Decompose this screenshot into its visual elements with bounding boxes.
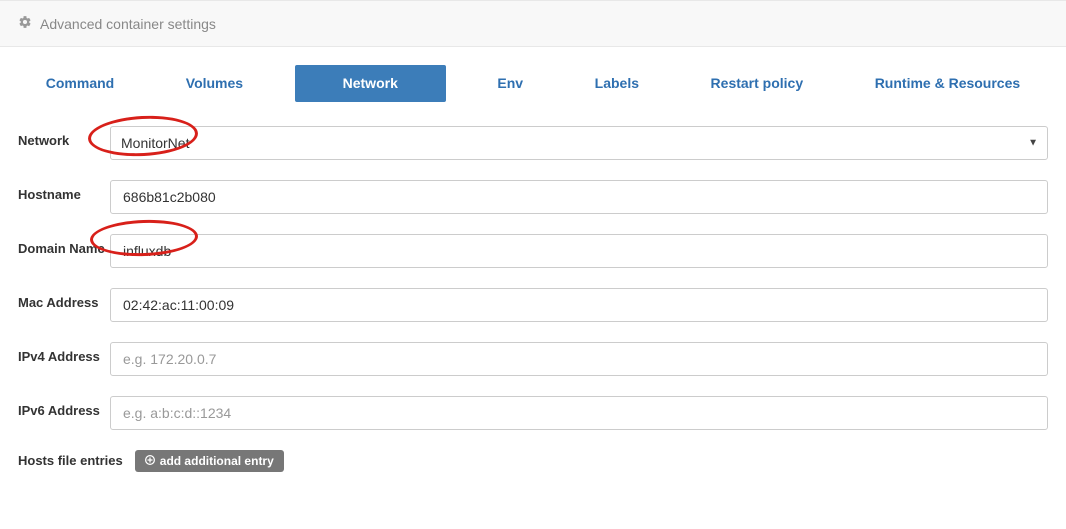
hostname-input[interactable] — [110, 180, 1048, 214]
label-ipv6: IPv6 Address — [18, 396, 110, 419]
label-hosts-entries: Hosts file entries — [18, 453, 123, 468]
gear-icon — [18, 15, 32, 32]
add-hosts-entry-button[interactable]: add additional entry — [135, 450, 284, 472]
network-select[interactable]: MonitorNet — [110, 126, 1048, 160]
add-hosts-entry-label: add additional entry — [160, 454, 274, 468]
label-domain-name: Domain Name — [18, 234, 110, 257]
tab-labels[interactable]: Labels — [575, 65, 659, 102]
tab-volumes[interactable]: Volumes — [166, 65, 263, 102]
label-mac-address: Mac Address — [18, 288, 110, 311]
row-network: Network MonitorNet ▼ — [18, 126, 1048, 160]
row-ipv6: IPv6 Address — [18, 396, 1048, 430]
panel-header: Advanced container settings — [0, 0, 1066, 47]
tab-network[interactable]: Network — [295, 65, 446, 102]
label-hostname: Hostname — [18, 180, 110, 203]
label-ipv4: IPv4 Address — [18, 342, 110, 365]
ipv4-input[interactable] — [110, 342, 1048, 376]
row-hostname: Hostname — [18, 180, 1048, 214]
ipv6-input[interactable] — [110, 396, 1048, 430]
plus-circle-icon — [145, 454, 155, 468]
tab-command[interactable]: Command — [26, 65, 134, 102]
label-network: Network — [18, 126, 110, 149]
network-form: Network MonitorNet ▼ Hostname Domain Nam… — [0, 126, 1066, 430]
tab-restart-policy[interactable]: Restart policy — [691, 65, 824, 102]
row-hosts-entries: Hosts file entries add additional entry — [0, 450, 1066, 472]
mac-address-input[interactable] — [110, 288, 1048, 322]
row-mac-address: Mac Address — [18, 288, 1048, 322]
panel-header-title: Advanced container settings — [40, 16, 216, 32]
row-ipv4: IPv4 Address — [18, 342, 1048, 376]
tab-env[interactable]: Env — [477, 65, 543, 102]
row-domain-name: Domain Name — [18, 234, 1048, 268]
tab-runtime-resources[interactable]: Runtime & Resources — [855, 65, 1040, 102]
domain-name-input[interactable] — [110, 234, 1048, 268]
tab-bar: Command Volumes Network Env Labels Resta… — [0, 47, 1066, 126]
